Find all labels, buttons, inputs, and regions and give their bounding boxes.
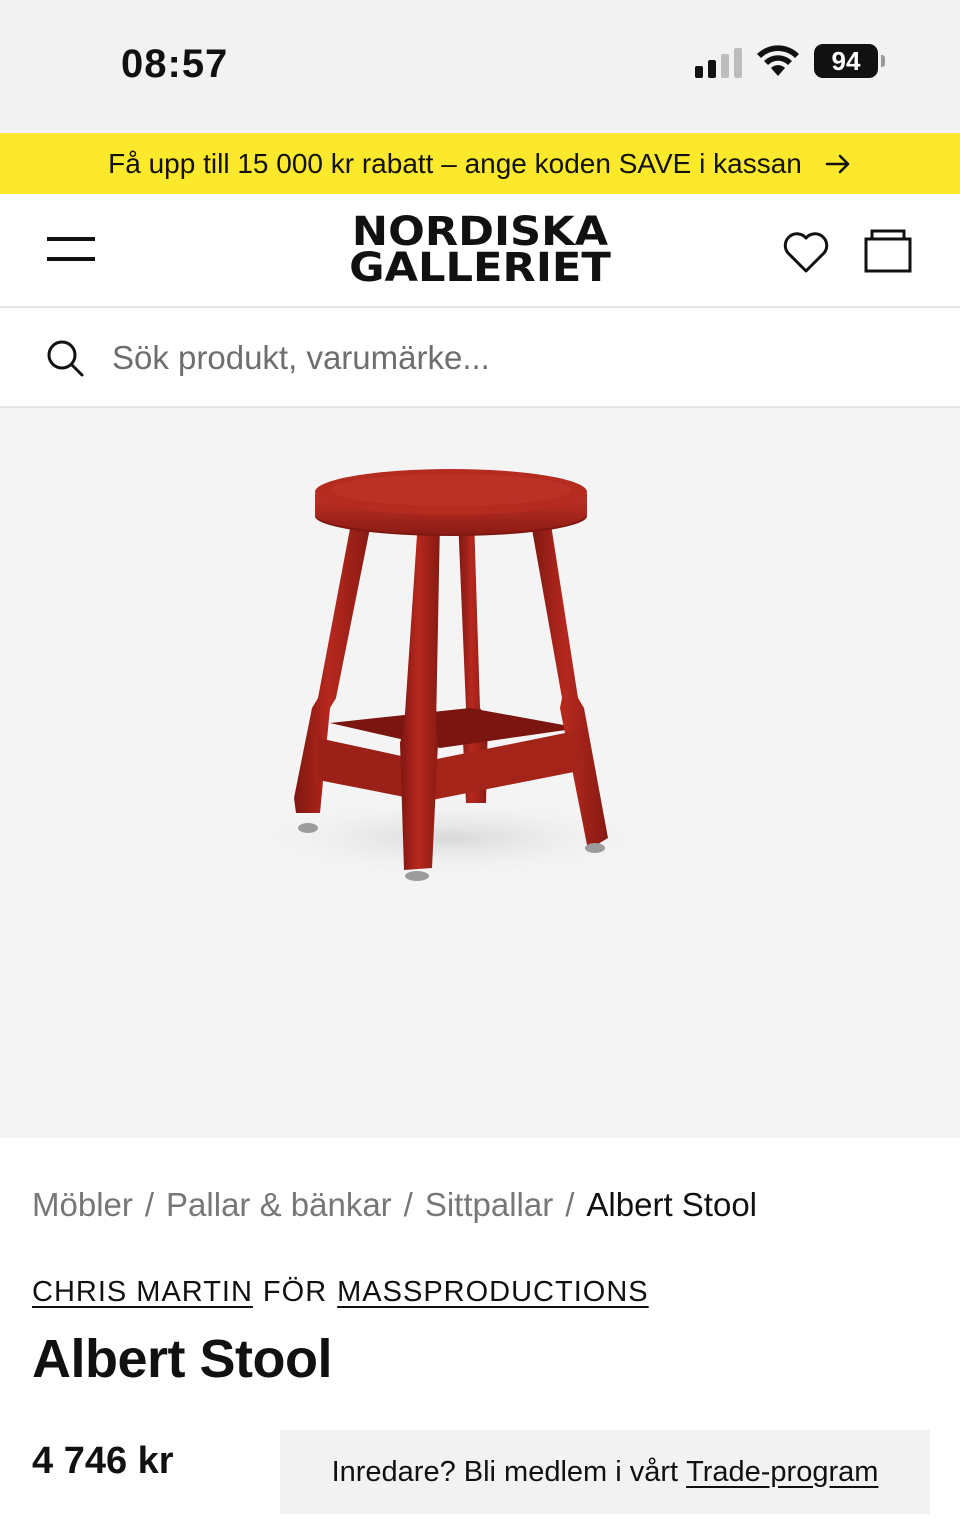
brand-connector: FÖR (262, 1276, 328, 1308)
stool-image (240, 469, 660, 881)
designer-link[interactable]: CHRIS MARTIN (32, 1276, 253, 1308)
trade-text: Inredare? Bli medlem i vårt (331, 1455, 679, 1488)
breadcrumb: Möbler / Pallar & bänkar / Sittpallar / Albert… (32, 1186, 757, 1224)
trade-program-banner: Inredare? Bli medlem i vårt Trade-progra… (280, 1430, 930, 1514)
product-price: 4 746 kr (32, 1440, 174, 1482)
status-time: 08:57 (121, 42, 229, 86)
breadcrumb-item-pallar[interactable]: Pallar & bänkar (166, 1186, 392, 1223)
promo-banner[interactable]: Få upp till 15 000 kr rabatt – ange kode… (0, 133, 960, 194)
breadcrumb-item-sittpallar[interactable]: Sittpallar (425, 1186, 553, 1223)
cart-icon[interactable] (864, 229, 912, 273)
breadcrumb-separator: / (565, 1186, 575, 1223)
designer-brand-line: CHRIS MARTIN FÖR MASSPRODUCTIONS (32, 1276, 649, 1309)
product-image[interactable] (0, 408, 960, 1138)
signal-icon (695, 44, 742, 78)
status-icons: 94 (695, 44, 885, 78)
wifi-icon (757, 45, 799, 76)
logo-line-2: GALLERIET (349, 245, 611, 291)
product-title: Albert Stool (32, 1329, 333, 1389)
search-input[interactable] (112, 330, 912, 386)
trade-program-link[interactable]: Trade-program (686, 1456, 878, 1489)
heart-icon[interactable] (782, 229, 830, 275)
status-bar: 08:57 94 (0, 0, 960, 133)
breadcrumb-current: Albert Stool (586, 1186, 757, 1223)
arrow-right-icon (825, 154, 850, 173)
logo[interactable]: NORDISKA GALLERIET (326, 212, 634, 288)
breadcrumb-item-mobler[interactable]: Möbler (32, 1186, 133, 1223)
breadcrumb-separator: / (403, 1186, 413, 1223)
menu-icon[interactable] (47, 237, 95, 263)
battery-icon: 94 (814, 44, 885, 78)
site-header: NORDISKA GALLERIET (0, 194, 960, 308)
brand-link[interactable]: MASSPRODUCTIONS (337, 1276, 648, 1308)
search-bar (0, 308, 960, 408)
search-icon (47, 340, 84, 377)
promo-text: Få upp till 15 000 kr rabatt – ange kode… (108, 147, 802, 179)
breadcrumb-separator: / (144, 1186, 155, 1223)
